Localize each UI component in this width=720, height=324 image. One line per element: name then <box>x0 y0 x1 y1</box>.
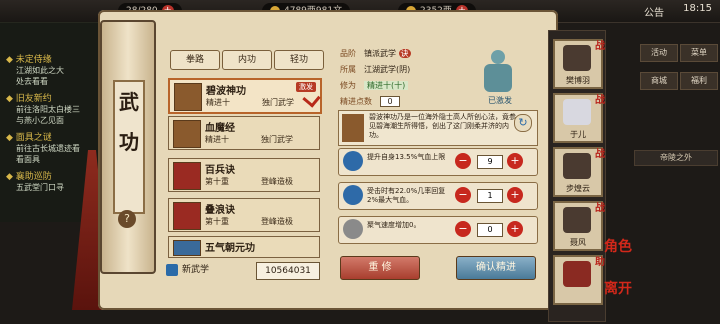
new-skill-icon[interactable] <box>166 263 178 276</box>
notice-button[interactable]: 公告 <box>644 4 664 19</box>
menu-button[interactable]: 菜单 <box>680 44 718 62</box>
skill-description: 碧波神功乃是一位海外隐士高人所创心法，竟参见碧海潮生所得悟，创出了这门刚柔并济的… <box>338 110 538 146</box>
cultivation-row: 修为 精进十(十) <box>340 80 409 91</box>
activity-button[interactable]: 活动 <box>640 44 678 62</box>
water-drop-icon <box>343 151 363 171</box>
party-roster: 樊博羽 战 于儿 战 步煌云 战 聂风 战 助 <box>548 30 606 322</box>
tab-inner[interactable]: 内功 <box>222 50 272 70</box>
avatar <box>563 261 591 287</box>
quest-item[interactable]: ◆ 旧友新约 前往洛阳太白楼三 与燕小乙见面 <box>0 91 108 126</box>
minus-button[interactable]: − <box>455 187 471 203</box>
hero-portrait[interactable]: 于儿 战 <box>553 93 605 143</box>
location-tag[interactable]: 帝陵之外 <box>634 150 718 166</box>
avatar <box>563 153 591 179</box>
hero-portrait[interactable]: 樊博羽 战 <box>553 39 605 89</box>
meditation-icon <box>343 219 363 239</box>
avatar <box>563 99 591 125</box>
skill-points-box: 10564031 <box>256 262 320 280</box>
refresh-icon[interactable]: ↻ <box>514 114 532 132</box>
stat-row: 受击时有22.0%几率回复2%最大气血。 − 1 + <box>338 182 538 210</box>
role-tag[interactable]: 角色 <box>604 236 632 256</box>
book-icon <box>173 202 201 230</box>
skill-item-xuemo[interactable]: 血魔经 精进十 独门武学 <box>168 116 320 150</box>
reset-button[interactable]: 重 修 <box>340 256 420 280</box>
figure-icon <box>343 185 363 205</box>
quest-item[interactable]: ◆ 未定侍缘 江湖如此之大 处去看看 <box>0 52 108 87</box>
points-row: 精进点数 0 <box>340 96 400 107</box>
book-icon <box>173 240 201 256</box>
leave-tag[interactable]: 离开 <box>604 278 632 298</box>
help-icon[interactable]: ? <box>118 210 136 228</box>
hero-portrait[interactable]: 步煌云 战 <box>553 147 605 197</box>
check-icon <box>302 89 321 108</box>
hero-portrait[interactable]: 聂风 战 <box>553 201 605 251</box>
scroll-icon <box>173 120 201 148</box>
clock: 18:15 <box>683 3 712 14</box>
new-skill-row: 新武学 10564031 <box>166 262 326 282</box>
tab-qinggong[interactable]: 轻功 <box>274 50 324 70</box>
tab-fist[interactable]: 拳路 <box>170 50 220 70</box>
activated-label: 已激发 <box>488 96 512 105</box>
skill-item-baibing[interactable]: 百兵诀 第十重 登峰造极 <box>168 158 320 192</box>
plus-button[interactable]: + <box>507 153 523 169</box>
minus-button[interactable]: − <box>455 221 471 237</box>
welfare-button[interactable]: 福利 <box>680 72 718 90</box>
plus-button[interactable]: + <box>507 221 523 237</box>
scroll-title: 武 功 <box>113 80 145 214</box>
skill-item-wuqi[interactable]: 五气朝元功 <box>168 236 320 258</box>
shop-button[interactable]: 商城 <box>640 72 678 90</box>
avatar <box>563 207 591 233</box>
minus-button[interactable]: − <box>455 153 471 169</box>
skill-item-dielang[interactable]: 叠浪诀 第十重 登峰造极 <box>168 198 320 232</box>
grade-badge: 诀 <box>398 49 411 58</box>
scroll-icon <box>342 114 364 142</box>
grade-row: 品阶 镇派武学 诀 <box>340 49 411 58</box>
hero-portrait[interactable]: 助 <box>553 255 605 305</box>
confirm-button[interactable]: 确认精进 <box>456 256 536 280</box>
plus-button[interactable]: + <box>507 187 523 203</box>
book-icon <box>173 162 201 190</box>
stat-row: 提升自身13.5%气血上限 − 9 + <box>338 148 538 176</box>
source-row: 所属 江湖武学(阴) <box>340 65 411 74</box>
scroll-icon <box>174 83 202 111</box>
stat-row: 聚气速度增加0。 − 0 + <box>338 216 538 244</box>
skill-item-bibo[interactable]: 碧波神功 精进十 独门武学 激发 <box>168 78 322 114</box>
avatar <box>563 45 591 71</box>
